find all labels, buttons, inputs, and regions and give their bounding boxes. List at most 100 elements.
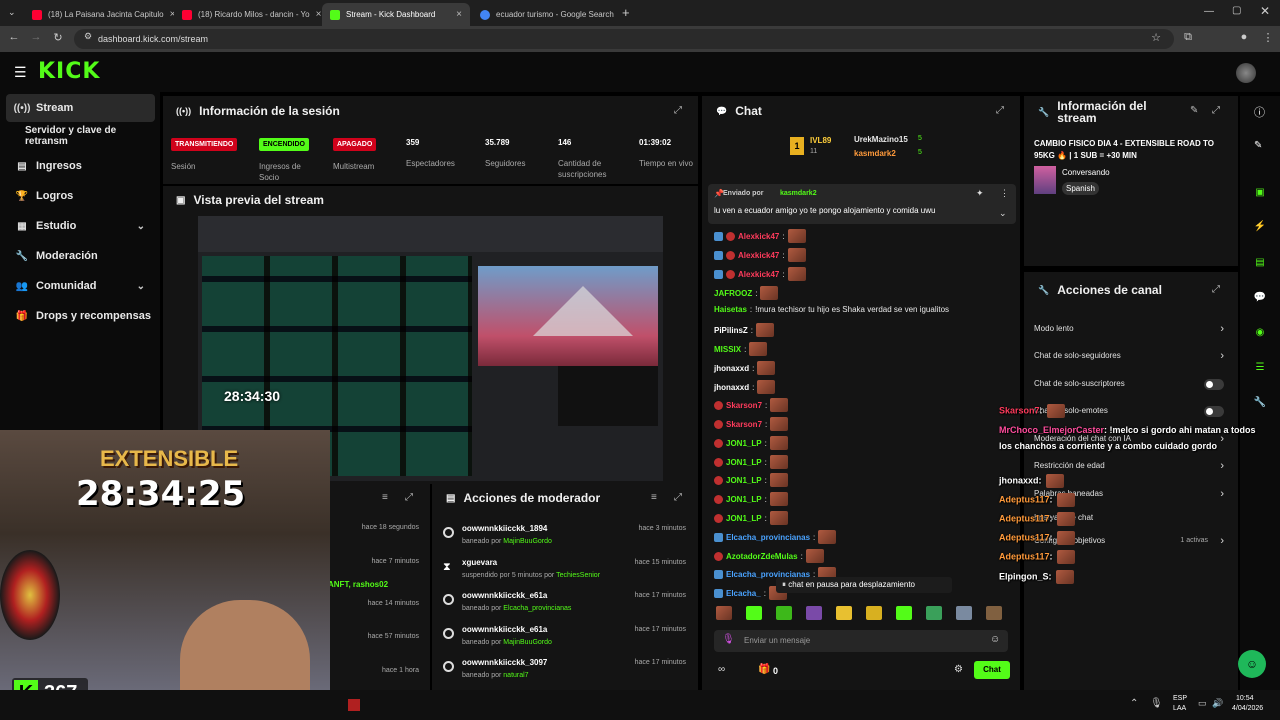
menu-dots-icon[interactable]: ⋮ (1260, 31, 1276, 44)
rail-list-icon[interactable]: ☰ (1248, 355, 1272, 379)
sidebar-item-5[interactable]: 🔧 Moderación (6, 242, 155, 270)
chat-username[interactable]: Skarson7 (726, 401, 762, 410)
chat-username[interactable]: Skarson7 (726, 420, 762, 429)
forward-icon[interactable]: → (28, 31, 44, 43)
app-icon[interactable] (348, 699, 360, 711)
rail-wrench-icon[interactable]: 🔧 (1248, 390, 1272, 414)
chat-username[interactable]: JON1_LP (726, 514, 762, 523)
expand-icon[interactable]: ⤢ (674, 492, 682, 503)
browser-tab-2[interactable]: (18) Ricardo Milos - dancin - Yo × (174, 3, 324, 26)
expand-icon[interactable]: ⤢ (1212, 284, 1220, 295)
browser-tab-1[interactable]: (18) La Paisana Jacinta Capitulo × (24, 3, 174, 26)
close-icon[interactable]: × (316, 9, 322, 20)
url-field[interactable]: dashboard.kick.com/stream (74, 29, 1174, 49)
chat-settings-icon[interactable]: ⚙ (954, 664, 963, 675)
emote-icon[interactable] (836, 606, 852, 620)
channel-action-row[interactable]: Chat de solo-suscriptores (1034, 379, 1224, 393)
chat-username[interactable]: Elcacha_ (726, 589, 761, 598)
kick-logo[interactable]: KICK (38, 59, 100, 84)
mod-action-by[interactable]: TechiesSenior (556, 572, 600, 579)
mic-icon[interactable]: 🎙 (1150, 698, 1163, 709)
expand-icon[interactable]: ⤢ (996, 105, 1004, 116)
emote-icon[interactable] (926, 606, 942, 620)
site-settings-icon[interactable]: ⚙ (80, 31, 96, 42)
mod-target-user[interactable]: oowwnnkkiicckk_3097 (462, 658, 547, 667)
mod-action-by[interactable]: Elcacha_provincianas (503, 605, 571, 612)
emote-icon[interactable] (866, 606, 882, 620)
chevron-down-icon[interactable]: ⌄ (137, 281, 145, 292)
emote-icon[interactable] (986, 606, 1002, 620)
chevron-down-icon[interactable]: ⌄ (137, 221, 145, 232)
chat-username[interactable]: Elcacha_provincianas (726, 533, 810, 542)
sidebar-item-1[interactable]: Servidor y clave de retransm (6, 122, 155, 150)
emote-icon[interactable] (896, 606, 912, 620)
user-avatar[interactable] (1236, 63, 1256, 83)
chat-username[interactable]: MISSIX (714, 345, 741, 354)
browser-tab-4[interactable]: ecuador turismo - Google Search× (472, 3, 614, 26)
chat-username[interactable]: JON1_LP (726, 476, 762, 485)
minimize-button[interactable]: — (1204, 6, 1214, 17)
channel-action-row[interactable]: Restricción de edad › (1034, 460, 1224, 475)
rail-broadcast-icon[interactable]: ◉ (1248, 320, 1272, 344)
mod-target-user[interactable]: xguevara (462, 558, 497, 567)
edit-pencil-icon[interactable]: ✎ (1190, 105, 1198, 116)
hamburger-menu-icon[interactable]: ☰ (14, 64, 27, 81)
filter-icon[interactable]: ≡ (382, 492, 388, 503)
browser-tab-3[interactable]: Stream - Kick Dashboard × (322, 3, 470, 26)
profile-icon[interactable]: ● (1236, 31, 1252, 43)
more-options-icon[interactable]: ⋮ (1000, 188, 1009, 199)
sidebar-item-3[interactable]: 🏆 Logros (6, 182, 155, 210)
chat-username[interactable]: AzotadorZdeMulas (726, 552, 798, 561)
unpin-icon[interactable]: ✦ (976, 188, 984, 199)
rail-chat-icon[interactable]: 💬 (1248, 285, 1272, 309)
tray-lang-1[interactable]: ESP (1173, 695, 1187, 702)
info-icon[interactable]: ⓘ (1254, 104, 1265, 120)
pinned-message[interactable]: 📌 Enviado por kasmdark2 lu ven a ecuador… (708, 184, 1016, 224)
chat-username[interactable]: Haisetas (714, 305, 747, 314)
chat-username[interactable]: JON1_LP (726, 458, 762, 467)
extensions-icon[interactable]: ⧉ (1180, 31, 1196, 44)
back-icon[interactable]: ← (6, 31, 22, 43)
chat-send-button[interactable]: Chat (974, 661, 1010, 679)
close-icon[interactable]: × (456, 9, 462, 20)
mod-action-by[interactable]: MajinBuuGordo (503, 639, 552, 646)
chat-username[interactable]: jhonaxxd (714, 383, 749, 392)
chat-username[interactable]: JAFROOZ (714, 289, 752, 298)
rail-screen-icon[interactable]: ▣ (1248, 180, 1272, 204)
chat-username[interactable]: JON1_LP (726, 495, 762, 504)
toggle-switch[interactable] (1204, 379, 1224, 390)
mod-action-by[interactable]: MajinBuuGordo (503, 538, 552, 545)
gift-icon[interactable]: 🎁 (758, 664, 770, 675)
points-icon[interactable]: ∞ (718, 664, 725, 675)
emote-icon[interactable] (746, 606, 762, 620)
speaker-icon[interactable]: 🔊 (1212, 698, 1223, 709)
chat-username[interactable]: Alexkick47 (738, 270, 779, 279)
chat-username[interactable]: JON1_LP (726, 439, 762, 448)
expand-icon[interactable]: ⤢ (1212, 105, 1220, 116)
maximize-button[interactable]: ▢ (1232, 5, 1241, 16)
sidebar-item-4[interactable]: ▦ Estudio ⌄ (6, 212, 155, 240)
monitor-icon[interactable]: ▭ (1198, 698, 1207, 709)
chevron-up-icon[interactable]: ⌃ (1130, 698, 1138, 709)
sidebar-item-7[interactable]: 🎁 Drops y recompensas (6, 302, 155, 330)
chat-paused-banner[interactable]: ⏸ chat en pausa para desplazamiento (776, 577, 952, 593)
toggle-switch[interactable] (1204, 406, 1224, 417)
emote-icon[interactable] (806, 606, 822, 620)
new-tab-button[interactable]: + (622, 5, 630, 20)
channel-action-row[interactable]: Chat de solo-seguidores › (1034, 350, 1224, 365)
chat-input[interactable]: 🎙 Enviar un mensaje ☺ (714, 630, 1008, 652)
mod-action-by[interactable]: natural7 (503, 672, 528, 679)
chat-username[interactable]: Alexkick47 (738, 251, 779, 260)
filter-icon[interactable]: ≡ (651, 492, 657, 503)
chevron-down-icon[interactable]: ⌄ (999, 208, 1007, 219)
emote-icon[interactable] (776, 606, 792, 620)
rail-document-icon[interactable]: ▤ (1248, 250, 1272, 274)
tab-search-icon[interactable]: ⌄ (8, 7, 16, 18)
emote-icon[interactable] (956, 606, 972, 620)
emote-icon[interactable] (716, 606, 732, 620)
close-window-button[interactable]: ✕ (1260, 4, 1270, 18)
rail-lightning-icon[interactable]: ⚡ (1248, 214, 1272, 238)
sidebar-item-0[interactable]: ((•)) Stream (6, 94, 155, 122)
edit-pencil-icon[interactable]: ✎ (1254, 140, 1262, 151)
sidebar-item-6[interactable]: 👥 Comunidad ⌄ (6, 272, 155, 300)
